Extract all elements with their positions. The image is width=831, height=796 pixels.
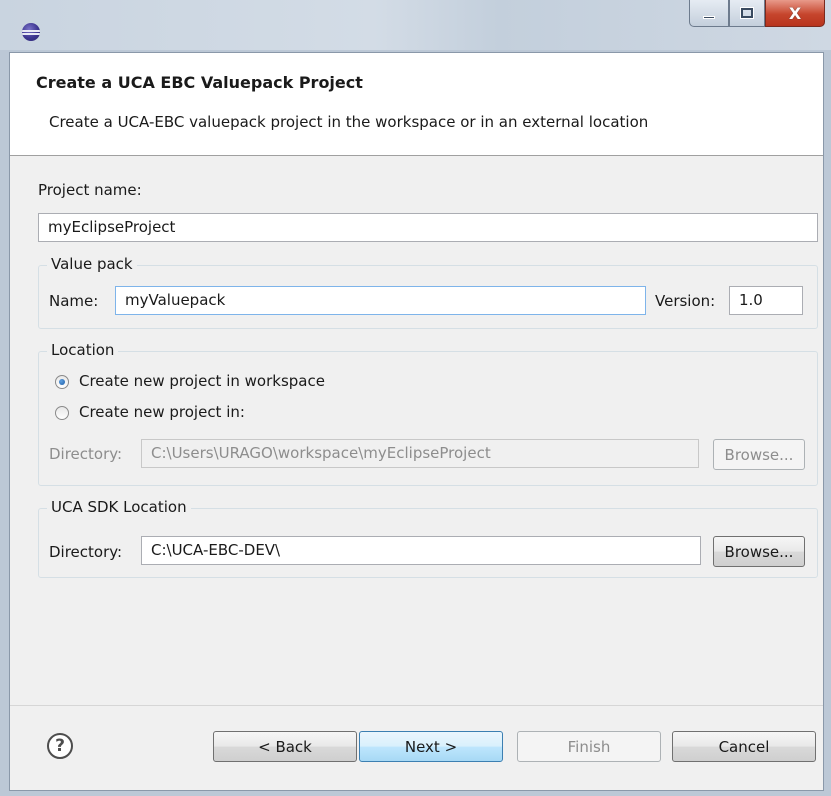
workspace-radio[interactable]	[55, 375, 69, 389]
location-group: Location Create new project in workspace…	[38, 341, 818, 486]
dialog-client: Create a UCA EBC Valuepack Project Creat…	[9, 52, 824, 791]
page-title: Create a UCA EBC Valuepack Project	[36, 73, 363, 92]
value-pack-group-title: Value pack	[47, 255, 137, 273]
workspace-radio-label[interactable]: Create new project in workspace	[79, 372, 325, 390]
footer-separator	[10, 705, 823, 706]
project-name-input[interactable]: myEclipseProject	[38, 213, 818, 242]
minimize-icon	[703, 15, 715, 19]
close-icon: X	[788, 3, 802, 23]
next-button[interactable]: Next >	[359, 731, 503, 762]
close-button[interactable]: X	[765, 0, 825, 27]
wizard-header: Create a UCA EBC Valuepack Project Creat…	[10, 53, 823, 156]
dialog-window: X Create a UCA EBC Valuepack Project Cre…	[0, 0, 831, 796]
help-icon[interactable]: ?	[47, 733, 73, 759]
version-label: Version:	[655, 292, 716, 310]
page-description: Create a UCA-EBC valuepack project in th…	[49, 113, 649, 131]
custom-location-radio[interactable]	[55, 406, 69, 420]
valuepack-name-label: Name:	[49, 292, 99, 310]
maximize-icon	[740, 7, 754, 19]
location-group-title: Location	[47, 341, 119, 359]
finish-button[interactable]: Finish	[517, 731, 661, 762]
title-bar: X	[0, 0, 831, 50]
back-button[interactable]: < Back	[213, 731, 357, 762]
eclipse-icon	[22, 23, 40, 41]
minimize-button[interactable]	[689, 0, 729, 27]
sdk-group-title: UCA SDK Location	[47, 498, 191, 516]
sdk-directory-label: Directory:	[49, 543, 123, 561]
location-browse-button[interactable]: Browse...	[713, 439, 805, 470]
valuepack-name-input[interactable]: myValuepack	[115, 286, 646, 315]
location-directory-label: Directory:	[49, 445, 123, 463]
window-controls: X	[689, 0, 825, 30]
sdk-browse-button[interactable]: Browse...	[713, 536, 805, 567]
value-pack-group: Value pack Name: myValuepack Version: 1.…	[38, 255, 818, 329]
location-directory-input[interactable]: C:\Users\URAGO\workspace\myEclipseProjec…	[141, 439, 699, 468]
version-input[interactable]: 1.0	[729, 286, 803, 315]
project-name-label: Project name:	[38, 181, 142, 199]
cancel-button[interactable]: Cancel	[672, 731, 816, 762]
sdk-directory-input[interactable]: C:\UCA-EBC-DEV\	[141, 536, 701, 565]
sdk-location-group: UCA SDK Location Directory: C:\UCA-EBC-D…	[38, 498, 818, 578]
custom-location-radio-label[interactable]: Create new project in:	[79, 403, 245, 421]
maximize-button[interactable]	[729, 0, 765, 27]
